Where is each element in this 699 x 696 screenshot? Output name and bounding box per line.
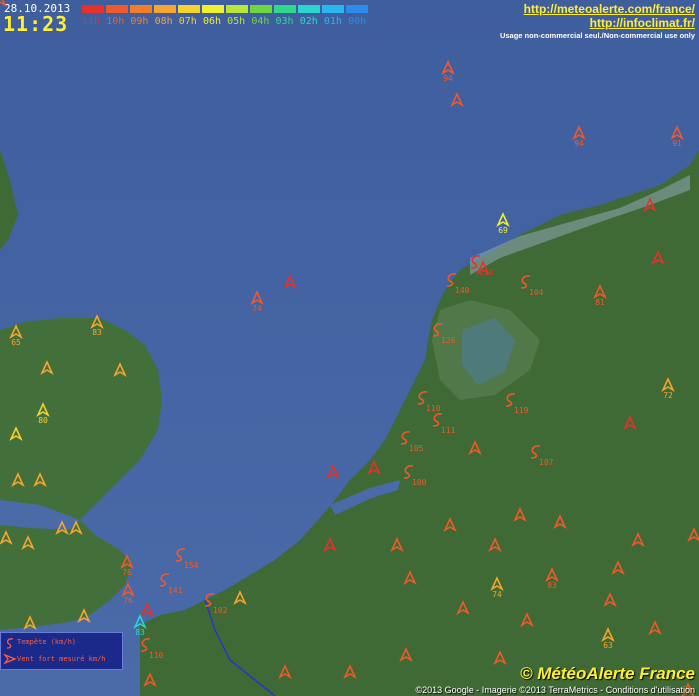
terms-link[interactable]: Conditions d'utilisation xyxy=(606,685,695,695)
time-swatch-09h xyxy=(130,5,152,13)
time-label-02h: 02h xyxy=(299,16,318,27)
observation-time: 11:23 xyxy=(3,12,69,36)
time-swatch-00h xyxy=(346,5,368,13)
time-label-05h: 05h xyxy=(227,16,246,27)
time-label-01h: 01h xyxy=(323,16,342,27)
brand-watermark: © MétéoAlerte France xyxy=(519,664,695,683)
time-swatch-08h xyxy=(154,5,176,13)
time-label-10h: 10h xyxy=(106,16,125,27)
time-swatch-07h xyxy=(178,5,200,13)
time-label-04h: 04h xyxy=(251,16,270,27)
map-copyright: ©2013 Google - Imagerie ©2013 TerraMetri… xyxy=(416,685,695,695)
time-swatch-05h xyxy=(226,5,248,13)
infoclimat-link[interactable]: http://infoclimat.fr/ xyxy=(590,16,695,30)
copyright-text: ©2013 Google - Imagerie ©2013 TerraMetri… xyxy=(415,685,606,695)
time-label-00h: 00h xyxy=(348,16,367,27)
time-label-06h: 06h xyxy=(202,16,221,27)
wind-legend-icon xyxy=(3,653,17,665)
time-swatch-04h xyxy=(250,5,272,13)
time-label-03h: 03h xyxy=(275,16,294,27)
legend-wind-label: Vent fort mesuré km/h xyxy=(17,655,106,663)
map-legend: Tempête (km/h) Vent fort mesuré km/h xyxy=(0,632,123,670)
time-label-08h: 08h xyxy=(154,16,173,27)
meteoalerte-link[interactable]: http://meteoalerte.com/france/ xyxy=(524,2,695,16)
time-swatch-02h xyxy=(298,5,320,13)
time-swatch-10h xyxy=(106,5,128,13)
time-label-07h: 07h xyxy=(178,16,197,27)
legend-storm-label: Tempête (km/h) xyxy=(17,638,77,646)
time-swatch-03h xyxy=(274,5,296,13)
time-label-09h: 09h xyxy=(130,16,149,27)
usage-notice: Usage non-commercial seul./Non-commercia… xyxy=(499,31,695,40)
satellite-map[interactable] xyxy=(0,0,699,696)
time-color-scale xyxy=(82,5,368,13)
time-swatch-11h xyxy=(82,5,104,13)
storm-legend-icon xyxy=(6,638,14,649)
time-swatch-01h xyxy=(322,5,344,13)
time-scale-labels: 11h 10h 09h 08h 07h 06h 05h 04h 03h 02h 01h 00h xyxy=(82,16,372,27)
time-label-11h: 11h xyxy=(82,16,101,27)
time-swatch-06h xyxy=(202,5,224,13)
